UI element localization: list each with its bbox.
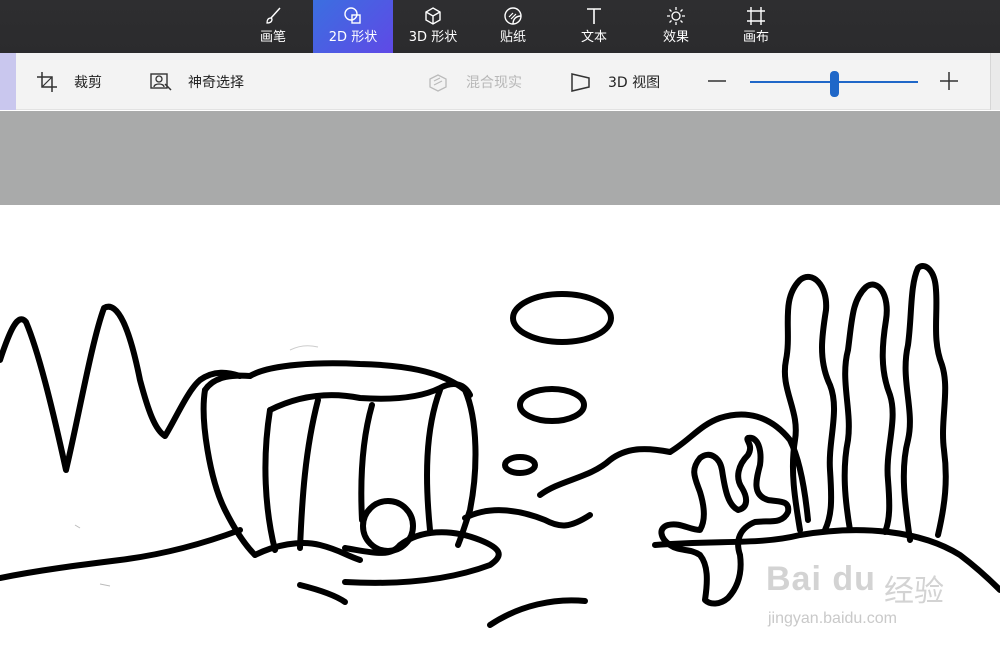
shell-rib-1 bbox=[262, 407, 278, 553]
sticker-icon bbox=[504, 7, 522, 25]
tab-stickers[interactable]: 贴纸 bbox=[473, 0, 553, 53]
shell-left bbox=[200, 387, 258, 558]
tab-2d-shapes[interactable]: 2D 形状 bbox=[313, 0, 393, 53]
panel-accent-strip bbox=[0, 53, 16, 110]
tab-label: 效果 bbox=[662, 30, 689, 45]
3d-view-icon bbox=[571, 72, 590, 92]
shell-rib-2 bbox=[297, 397, 321, 551]
bubble-small bbox=[502, 454, 538, 476]
magic-select-button[interactable]: 神奇选择 bbox=[150, 53, 244, 110]
mixed-reality-label: 混合现实 bbox=[466, 74, 522, 91]
rock-right bbox=[537, 411, 811, 523]
baidu-watermark: Bai du 经验 jingyan.baidu.com bbox=[766, 560, 956, 640]
text-icon bbox=[587, 8, 601, 24]
stray-mark bbox=[99, 583, 111, 587]
crop-label: 裁剪 bbox=[74, 74, 102, 91]
ground-line-mid bbox=[297, 582, 348, 605]
zoom-in-icon[interactable] bbox=[936, 68, 962, 94]
kelp-2 bbox=[841, 281, 896, 535]
watermark-brand: Bai du bbox=[766, 560, 876, 598]
crop-icon bbox=[37, 71, 57, 92]
tab-label: 3D 形状 bbox=[408, 30, 458, 45]
bubble-large bbox=[510, 291, 614, 345]
3d-shapes-icon bbox=[425, 7, 441, 25]
stray-mark bbox=[74, 524, 81, 529]
kelp-3 bbox=[900, 263, 949, 543]
2d-shapes-icon bbox=[344, 7, 361, 24]
tab-label: 画布 bbox=[742, 30, 769, 45]
3d-view-label: 3D 视图 bbox=[608, 74, 661, 91]
tab-canvas[interactable]: 画布 bbox=[716, 0, 796, 53]
shell-rib-3 bbox=[358, 402, 375, 523]
top-tab-bar: 画笔 2D 形状 3D 形状 贴纸 文本 效果 画布 bbox=[0, 0, 1000, 53]
zoom-slider-thumb[interactable] bbox=[829, 71, 839, 97]
watermark-brand-cn: 经验 bbox=[884, 574, 944, 609]
tab-3d-shapes[interactable]: 3D 形状 bbox=[393, 0, 473, 53]
zoom-slider[interactable] bbox=[750, 71, 918, 97]
tab-text[interactable]: 文本 bbox=[554, 0, 634, 53]
tab-label: 2D 形状 bbox=[328, 30, 378, 45]
ground-line-low bbox=[487, 597, 588, 628]
tab-effects[interactable]: 效果 bbox=[636, 0, 716, 53]
ground-line-center bbox=[462, 507, 593, 529]
shell-rib-4 bbox=[424, 387, 443, 533]
tab-label: 贴纸 bbox=[499, 30, 526, 45]
workspace-background bbox=[0, 111, 1000, 205]
brush-icon bbox=[266, 7, 281, 24]
pearl bbox=[360, 498, 416, 554]
kelp-1 bbox=[781, 273, 838, 533]
tab-label: 文本 bbox=[580, 30, 607, 45]
canvas-icon bbox=[747, 7, 765, 25]
toolbar-overflow-edge bbox=[990, 53, 1000, 110]
magic-select-label: 神奇选择 bbox=[188, 74, 244, 91]
mixed-reality-icon bbox=[429, 73, 447, 92]
stray-mark bbox=[289, 345, 319, 351]
zoom-out-icon[interactable] bbox=[704, 68, 730, 94]
tab-label: 画笔 bbox=[259, 30, 286, 45]
crop-button[interactable]: 裁剪 bbox=[36, 53, 102, 110]
magic-select-icon bbox=[150, 72, 172, 91]
3d-view-button[interactable]: 3D 视图 bbox=[570, 53, 660, 110]
tab-brushes[interactable]: 画笔 bbox=[233, 0, 313, 53]
mixed-reality-button[interactable]: 混合现实 bbox=[428, 53, 522, 110]
watermark-url: jingyan.baidu.com bbox=[768, 610, 897, 627]
bubble-medium bbox=[517, 386, 587, 424]
effects-icon bbox=[667, 7, 685, 25]
ground-line-left bbox=[0, 527, 243, 581]
